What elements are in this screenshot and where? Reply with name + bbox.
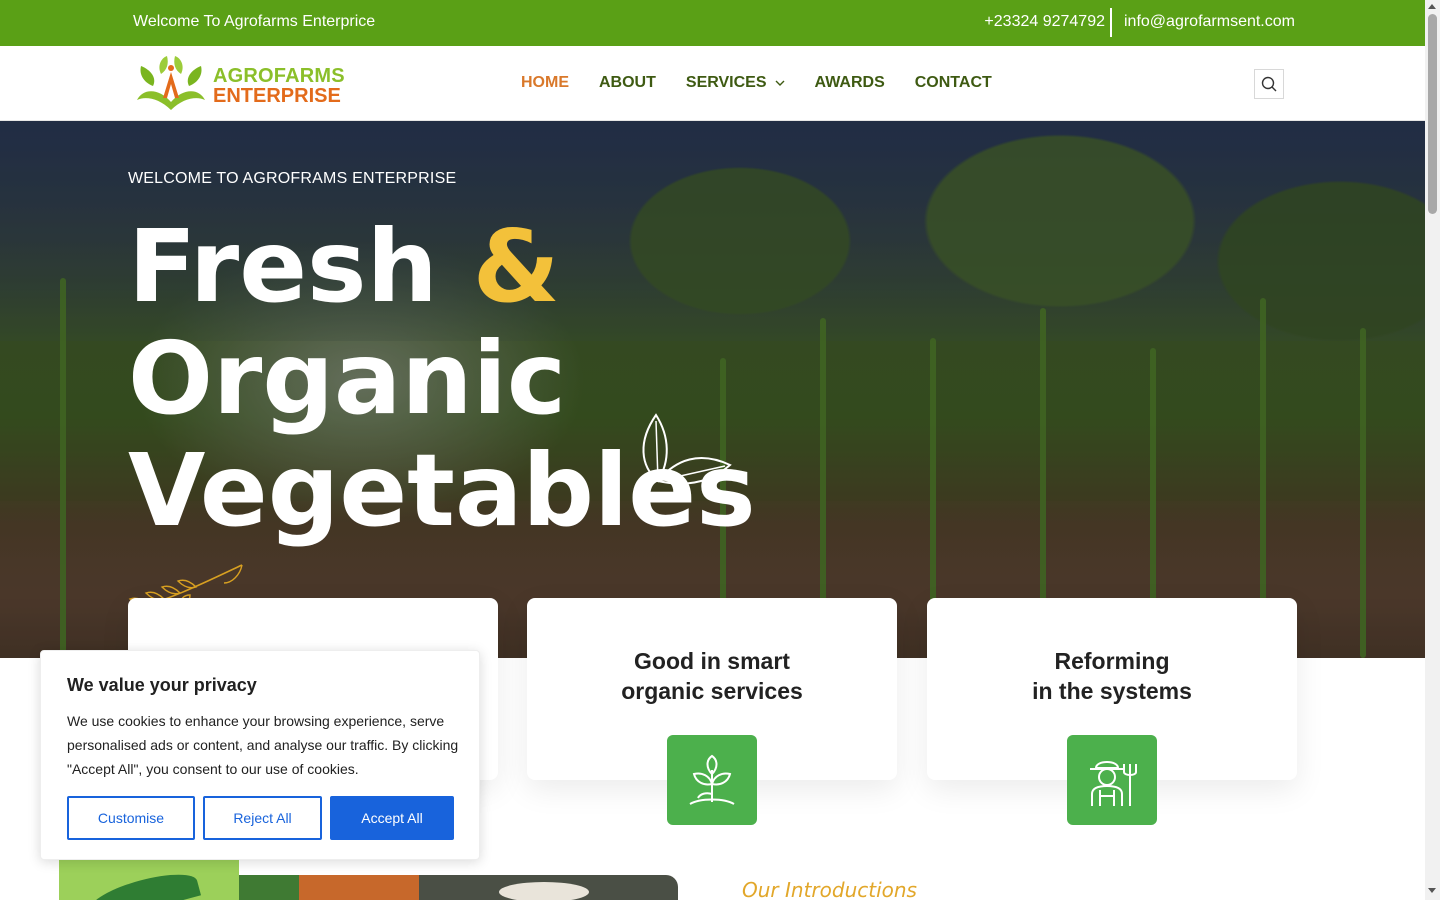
intro-label: Our Introductions: [742, 878, 917, 900]
intro-image: [59, 860, 678, 900]
scroll-down-arrow-icon[interactable]: [1428, 888, 1436, 893]
card-icon-box: [667, 735, 757, 825]
hero-word-organic: Organic: [128, 320, 567, 437]
top-bar: Welcome To Agrofarms Enterprice +23324 9…: [0, 0, 1425, 46]
card-title-line1: Reforming: [1054, 648, 1170, 674]
site-header: AGROFARMS ENTERPRISE HOME ABOUT SERVICES…: [0, 46, 1425, 121]
scrollbar-thumb[interactable]: [1428, 14, 1437, 214]
hero-banner: WELCOME TO AGROFRAMS ENTERPRISE Fresh & …: [0, 121, 1425, 658]
page-scrollbar[interactable]: [1425, 0, 1440, 900]
nav-about[interactable]: ABOUT: [599, 74, 656, 92]
nav-home[interactable]: HOME: [521, 74, 569, 92]
reject-all-button[interactable]: Reject All: [203, 796, 322, 840]
nav-contact[interactable]: CONTACT: [915, 74, 992, 92]
hero-word-fresh: Fresh: [128, 208, 438, 325]
cookie-title: We value your privacy: [67, 675, 257, 695]
nav-services[interactable]: SERVICES: [686, 74, 785, 92]
card-title-line1: Good in smart: [634, 648, 790, 674]
welcome-text: Welcome To Agrofarms Enterprice: [133, 13, 376, 30]
card-icon-box: [1067, 735, 1157, 825]
cookie-consent-dialog: We value your privacy We use cookies to …: [40, 650, 480, 860]
farmer-icon: [1090, 761, 1137, 806]
customise-button[interactable]: Customise: [67, 796, 195, 840]
plant-sprout-icon: [689, 754, 735, 805]
chevron-down-icon: [775, 80, 785, 86]
hero-subtitle: WELCOME TO AGROFRAMS ENTERPRISE: [128, 170, 457, 187]
feature-card-organic: Good in smart organic services: [527, 598, 897, 825]
search-button[interactable]: [1254, 69, 1284, 99]
hero-title: Fresh & Organic Vegetables: [128, 211, 756, 547]
card-title-line2: in the systems: [1032, 678, 1192, 704]
feature-card-reforming: Reforming in the systems: [927, 598, 1297, 825]
search-icon: [1261, 76, 1277, 92]
email-link[interactable]: info@agrofarmsent.com: [1124, 13, 1295, 31]
main-nav: HOME ABOUT SERVICES AWARDS CONTACT: [521, 74, 1022, 92]
scroll-up-arrow-icon[interactable]: [1428, 4, 1436, 9]
topbar-divider: [1110, 8, 1112, 37]
phone-link[interactable]: +23324 9274792: [984, 13, 1105, 31]
logo-line2: ENTERPRISE: [213, 85, 341, 107]
card-title: Good in smart organic services: [527, 646, 897, 706]
card-title: Reforming in the systems: [927, 646, 1297, 706]
logo-line1: AGROFARMS: [213, 65, 345, 87]
logo-mark-icon: [137, 56, 205, 110]
accept-all-button[interactable]: Accept All: [330, 796, 454, 840]
nav-services-label: SERVICES: [685, 74, 767, 91]
logo-text: AGROFARMS ENTERPRISE: [213, 66, 345, 106]
site-logo[interactable]: AGROFARMS ENTERPRISE: [131, 52, 345, 114]
nav-awards[interactable]: AWARDS: [815, 74, 885, 92]
leaf-decoration-icon: [642, 413, 732, 485]
card-title-line2: organic services: [621, 678, 803, 704]
cookie-text: We use cookies to enhance your browsing …: [67, 713, 459, 777]
hero-ampersand: &: [472, 208, 560, 325]
